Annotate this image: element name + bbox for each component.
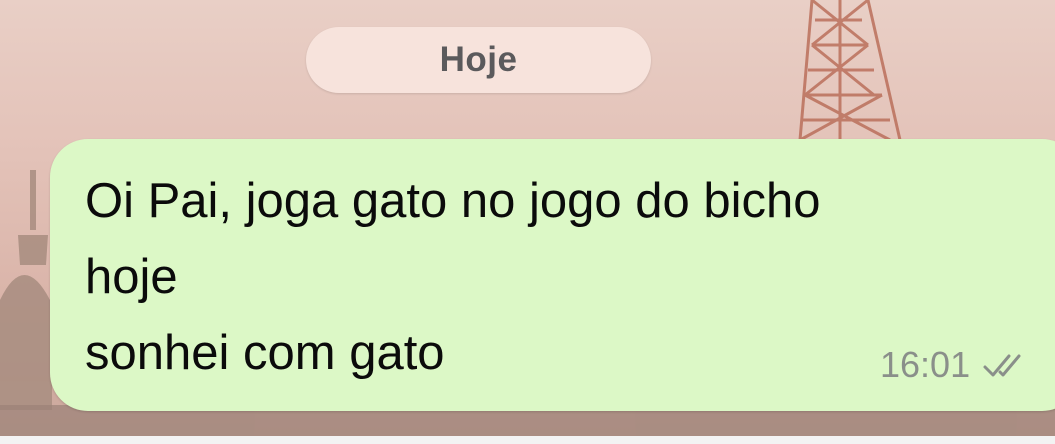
- message-meta: 16:01: [880, 344, 1030, 386]
- message-line: hoje: [85, 250, 178, 304]
- eiffel-tower-illustration: [798, 0, 902, 142]
- message-line: Oi Pai, joga gato no jogo do bicho: [85, 174, 821, 228]
- dome-illustration: [0, 170, 52, 410]
- message-bubble[interactable]: Oi Pai, joga gato no jogo do bicho hoje …: [50, 139, 1055, 411]
- message-line: sonhei com gato: [85, 326, 445, 380]
- date-separator-label: Hoje: [439, 40, 518, 79]
- bottom-edge-strip: [0, 436, 1055, 444]
- message-text: Oi Pai, joga gato no jogo do bicho hoje …: [85, 163, 1015, 391]
- date-separator-chip: Hoje: [306, 27, 651, 93]
- double-check-icon: [982, 350, 1030, 380]
- message-time: 16:01: [880, 344, 971, 385]
